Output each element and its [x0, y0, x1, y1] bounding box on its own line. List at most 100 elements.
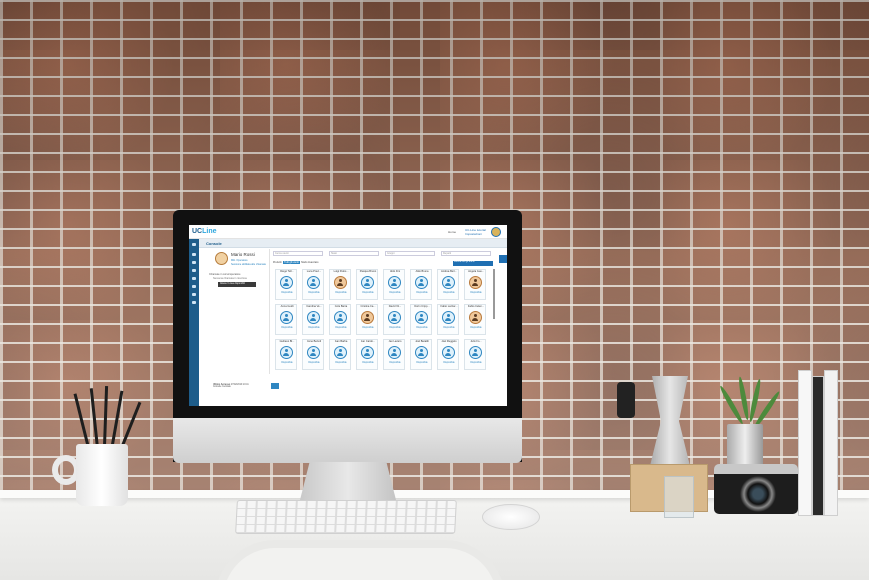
- user-avatar-icon[interactable]: [469, 311, 482, 324]
- search-input[interactable]: Cerca utenti: [273, 251, 323, 256]
- user-avatar-icon[interactable]: [361, 276, 374, 289]
- user-avatar-icon[interactable]: [361, 311, 374, 324]
- user-card-status: Disponibile: [416, 327, 428, 329]
- page-titlebar: Console: [199, 239, 507, 248]
- user-card-name: Cole Barra: [334, 305, 348, 308]
- book: [812, 376, 824, 516]
- user-card-name: Anna Guidi: [280, 305, 294, 308]
- user-card[interactable]: Joel Baraldi Disponibile: [410, 339, 432, 370]
- user-card[interactable]: Guiliano Bi... Disponibile: [275, 339, 297, 370]
- profile-status[interactable]: Sessione abilitata alle chiamate: [231, 263, 266, 266]
- user-card[interactable]: Luigi Pelos... Disponibile: [329, 269, 351, 300]
- radio-advanced[interactable]: Modo Avanzato: [301, 261, 318, 264]
- show-all-button[interactable]: Mostra tutti gli utenti: [453, 261, 493, 266]
- user-avatar-icon[interactable]: [334, 311, 347, 324]
- calendar-icon[interactable]: [192, 285, 196, 288]
- info-icon[interactable]: [192, 301, 196, 304]
- profile-role[interactable]: Mitt. Operatore: [231, 259, 248, 262]
- header-links[interactable]: UC-Line tutorial Impostazioni: [465, 228, 486, 236]
- user-avatar-icon[interactable]: [388, 276, 401, 289]
- user-card-status: Disponibile: [389, 292, 401, 294]
- user-card-status: Disponibile: [470, 292, 482, 294]
- user-card[interactable]: Fabio Celen... Disponibile: [464, 304, 486, 335]
- app-header: UCLine Home UC-Line tutorial Impostazion…: [189, 225, 507, 239]
- user-avatar-icon[interactable]: [361, 346, 374, 359]
- user-avatar-icon[interactable]: [280, 311, 293, 324]
- user-card-status: Disponibile: [362, 292, 374, 294]
- user-card[interactable]: Ivan Barba Disponibile: [329, 339, 351, 370]
- view-radios: Preferiti Tutti gli utenti Modo Avanzato: [273, 261, 318, 267]
- header-link-2[interactable]: Impostazioni: [465, 232, 486, 236]
- phone-icon[interactable]: [192, 269, 196, 272]
- user-card[interactable]: Diego Tell... Disponibile: [275, 269, 297, 300]
- monitor-screen: UCLine Home UC-Line tutorial Impostazion…: [189, 225, 507, 406]
- user-avatar-icon[interactable]: [415, 276, 428, 289]
- user-card[interactable]: Carolina Ve... Disponibile: [302, 304, 324, 335]
- settings-icon[interactable]: [192, 293, 196, 296]
- book: [798, 370, 812, 516]
- user-avatar-icon[interactable]: [415, 346, 428, 359]
- user-avatar-icon[interactable]: [415, 311, 428, 324]
- user-card[interactable]: Julio Fo... Disponibile: [464, 339, 486, 370]
- profile-panel: Mario Rossi Mitt. Operatore Sessione abi…: [201, 249, 279, 389]
- home-link[interactable]: Home: [448, 230, 456, 234]
- lines-button[interactable]: Attesa / Linee disponibili: [218, 282, 256, 287]
- console-icon[interactable]: [192, 253, 196, 256]
- chat-icon[interactable]: [192, 277, 196, 280]
- user-avatar-icon[interactable]: [307, 276, 320, 289]
- app-logo[interactable]: UCLine: [192, 228, 217, 235]
- user-card[interactable]: Aldo Bruna Disponibile: [410, 269, 432, 300]
- status-select[interactable]: Stato: [329, 251, 379, 256]
- user-avatar-icon[interactable]: [334, 346, 347, 359]
- user-card-name: Fabio Lazzar...: [440, 305, 458, 308]
- calls-section-sub: Nessuna chiamata in ricezione: [213, 277, 248, 280]
- user-card[interactable]: Angela Gue... Disponibile: [464, 269, 486, 300]
- user-avatar-icon[interactable]: [469, 346, 482, 359]
- user-card-status: Disponibile: [308, 292, 320, 294]
- user-avatar-icon[interactable]: [280, 276, 293, 289]
- profile-name: Mario Rossi: [231, 252, 255, 257]
- user-avatar-icon[interactable]: [388, 311, 401, 324]
- user-card-status: Disponibile: [443, 292, 455, 294]
- user-card[interactable]: Jan Lazaro Disponibile: [383, 339, 405, 370]
- user-card-status: Disponibile: [416, 362, 428, 364]
- user-avatar-icon[interactable]: [442, 311, 455, 324]
- user-card[interactable]: Jan Cardo... Disponibile: [356, 339, 378, 370]
- departments-select[interactable]: Reparti: [441, 251, 491, 256]
- user-card[interactable]: Anna Guidi Disponibile: [275, 304, 297, 335]
- user-card[interactable]: David Vit... Disponibile: [383, 304, 405, 335]
- radio-favorites[interactable]: Preferiti: [273, 261, 282, 264]
- user-avatar[interactable]: [491, 227, 501, 237]
- user-card[interactable]: Cole Barra Disponibile: [329, 304, 351, 335]
- user-card-name: Andrea Bert...: [440, 270, 457, 273]
- user-card[interactable]: Joel Ruggelo Disponibile: [437, 339, 459, 370]
- user-card[interactable]: Pasqua Bruno Disponibile: [356, 269, 378, 300]
- side-panel-toggle[interactable]: [499, 255, 507, 263]
- scrollbar[interactable]: [493, 269, 495, 319]
- user-card[interactable]: Dorin Cripp... Disponibile: [410, 304, 432, 335]
- user-card-name: Guiliano Bi...: [279, 340, 295, 343]
- groups-select[interactable]: Gruppi: [385, 251, 435, 256]
- user-avatar-icon[interactable]: [280, 346, 293, 359]
- user-card[interactable]: Luca Previ... Disponibile: [302, 269, 324, 300]
- moka-handle: [617, 382, 635, 418]
- user-card[interactable]: Fabio Lazzar... Disponibile: [437, 304, 459, 335]
- user-card[interactable]: Aldo Fini Disponibile: [383, 269, 405, 300]
- clock-icon[interactable]: [271, 383, 279, 389]
- radio-all-users[interactable]: Tutti gli utenti: [283, 261, 300, 264]
- user-card[interactable]: Andrea Bert... Disponibile: [437, 269, 459, 300]
- user-avatar-icon[interactable]: [307, 311, 320, 324]
- user-avatar-icon[interactable]: [442, 276, 455, 289]
- user-avatar-icon[interactable]: [442, 346, 455, 359]
- user-card[interactable]: Irene Bertoli Disponibile: [302, 339, 324, 370]
- user-avatar-icon[interactable]: [469, 276, 482, 289]
- user-avatar-icon[interactable]: [307, 346, 320, 359]
- console-name: Console Centrale: [213, 386, 231, 388]
- home-icon[interactable]: [192, 243, 196, 246]
- user-card-status: Disponibile: [416, 292, 428, 294]
- users-icon[interactable]: [192, 261, 196, 264]
- user-avatar-icon[interactable]: [334, 276, 347, 289]
- user-card-status: Disponibile: [389, 327, 401, 329]
- user-card[interactable]: Cristina Ca... Disponibile: [356, 304, 378, 335]
- user-avatar-icon[interactable]: [388, 346, 401, 359]
